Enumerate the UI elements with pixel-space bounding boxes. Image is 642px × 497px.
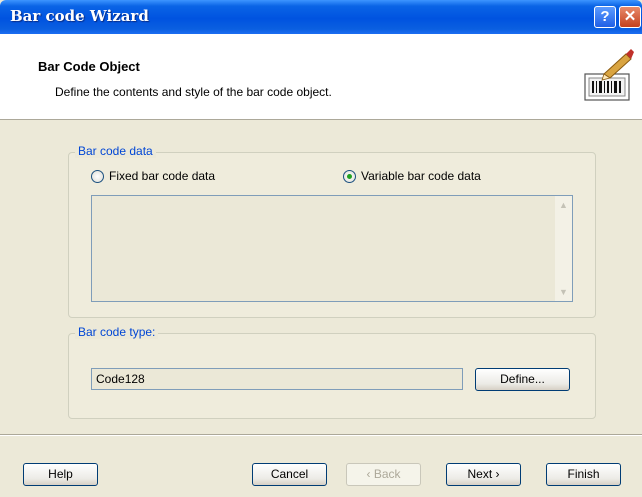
fixed-data-label: Fixed bar code data xyxy=(109,169,216,183)
scroll-up-icon[interactable]: ▲ xyxy=(559,201,568,210)
page-title: Bar Code Object xyxy=(38,59,140,74)
scroll-down-icon[interactable]: ▼ xyxy=(559,288,568,297)
vertical-scrollbar[interactable]: ▲ ▼ xyxy=(555,196,572,301)
cancel-button[interactable]: Cancel xyxy=(252,463,327,486)
radio-circle[interactable] xyxy=(91,169,104,183)
page-description: Define the contents and style of the bar… xyxy=(55,85,332,99)
fixed-data-radio[interactable]: Fixed bar code data xyxy=(91,169,215,183)
variable-data-label: Variable bar code data xyxy=(361,169,481,183)
bar-code-data-group: Bar code data Fixed bar code data Variab… xyxy=(68,144,596,318)
title-bar[interactable]: Bar code Wizard ? ✕ xyxy=(0,0,642,34)
finish-button[interactable]: Finish xyxy=(546,463,621,486)
bar-code-data-textarea[interactable]: ▲ ▼ xyxy=(91,195,573,302)
footer-separator xyxy=(0,434,642,436)
bar-code-data-legend: Bar code data xyxy=(75,144,156,158)
barcode-wizard-icon xyxy=(584,49,634,101)
bar-code-type-field[interactable]: Code128 xyxy=(91,368,463,390)
back-button[interactable]: ‹ Back xyxy=(346,463,421,486)
variable-data-radio[interactable]: Variable bar code data xyxy=(343,169,481,183)
help-button[interactable]: Help xyxy=(23,463,98,486)
help-title-button[interactable]: ? xyxy=(594,6,616,28)
define-button[interactable]: Define... xyxy=(475,368,570,391)
bar-code-type-group: Bar code type: Code128 Define... xyxy=(68,325,596,419)
close-button[interactable]: ✕ xyxy=(619,6,641,28)
next-button[interactable]: Next › xyxy=(446,463,521,486)
radio-circle-checked[interactable] xyxy=(343,169,356,183)
wizard-header: Bar Code Object Define the contents and … xyxy=(0,34,642,120)
bar-code-wizard-window: Bar code Wizard ? ✕ Bar Code Object Defi… xyxy=(0,0,642,497)
window-title: Bar code Wizard xyxy=(10,7,149,25)
bar-code-type-legend: Bar code type: xyxy=(75,325,159,339)
